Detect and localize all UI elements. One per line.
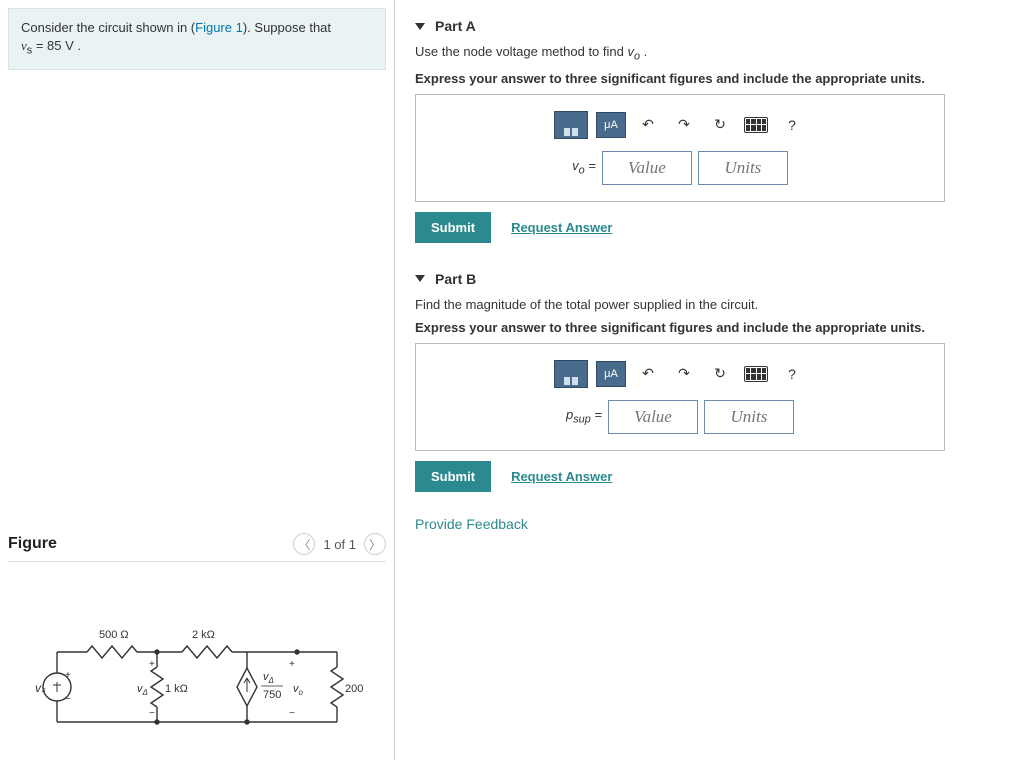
svg-text:+: + [289,659,295,670]
part-b-submit-button[interactable]: Submit [415,461,491,492]
part-a-answer-box: μA ↶ ↷ ↻ ? vo = [415,94,945,202]
part-a-bold: Express your answer to three significant… [415,71,1004,86]
part-b-answer-box: μA ↶ ↷ ↻ ? psup = [415,343,945,451]
part-a-request-answer-link[interactable]: Request Answer [511,220,612,235]
help-icon[interactable]: ? [778,361,806,387]
part-a-title: Part A [435,18,476,34]
reset-icon[interactable]: ↻ [706,112,734,138]
part-a-submit-button[interactable]: Submit [415,212,491,243]
answer-toolbar: μA ↶ ↷ ↻ ? [432,111,928,139]
part-b-var-label: psup = [566,407,602,426]
reset-icon[interactable]: ↻ [706,361,734,387]
part-a-value-input[interactable] [602,151,692,185]
figure-link[interactable]: Figure 1 [195,20,243,35]
part-b-instruction: Find the magnitude of the total power su… [415,297,1004,312]
part-a-instruction: Use the node voltage method to find vo . [415,44,1004,63]
vs-rest: = 85 V . [32,38,81,53]
help-icon[interactable]: ? [778,112,806,138]
keyboard-icon[interactable] [742,112,770,138]
svg-text:vΔ: vΔ [137,683,148,697]
problem-statement: Consider the circuit shown in (Figure 1)… [8,8,386,70]
circuit-diagram: vₛ + − 500 Ω 1 kΩ vΔ + [27,612,367,752]
svg-text:−: − [65,694,71,705]
undo-icon[interactable]: ↶ [634,112,662,138]
figure-next-button[interactable]: 〉 [364,533,386,555]
redo-icon[interactable]: ↷ [670,361,698,387]
svg-text:750: 750 [263,689,281,701]
svg-text:500 Ω: 500 Ω [99,629,129,641]
svg-text:2 kΩ: 2 kΩ [192,629,215,641]
part-b-value-input[interactable] [608,400,698,434]
part-b-header[interactable]: Part B [415,271,1004,287]
part-b-bold: Express your answer to three significant… [415,320,1004,335]
template-icon[interactable] [554,360,588,388]
svg-text:+: + [149,659,155,670]
template-icon[interactable] [554,111,588,139]
part-b-request-answer-link[interactable]: Request Answer [511,469,612,484]
part-a-header[interactable]: Part A [415,18,1004,34]
part-b-title: Part B [435,271,476,287]
keyboard-icon[interactable] [742,361,770,387]
mu-a-button[interactable]: μA [596,361,626,387]
svg-text:−: − [149,708,155,719]
figure-body: vₛ + − 500 Ω 1 kΩ vΔ + [8,562,386,752]
undo-icon[interactable]: ↶ [634,361,662,387]
figure-title: Figure [8,535,57,553]
provide-feedback-link[interactable]: Provide Feedback [415,516,1004,532]
figure-prev-button[interactable]: 〈 [293,533,315,555]
collapse-icon [415,23,425,30]
figure-header: Figure 〈 1 of 1 〉 [8,527,386,562]
redo-icon[interactable]: ↷ [670,112,698,138]
problem-text-2: ). Suppose that [243,20,331,35]
svg-text:−: − [289,708,295,719]
part-a-units-input[interactable] [698,151,788,185]
svg-text:+: + [65,670,71,681]
figure-nav-label: 1 of 1 [323,537,356,552]
problem-text-1: Consider the circuit shown in ( [21,20,195,35]
svg-text:vₛ: vₛ [35,681,46,695]
svg-text:200 Ω: 200 Ω [345,683,367,695]
mu-a-button[interactable]: μA [596,112,626,138]
answer-toolbar: μA ↶ ↷ ↻ ? [432,360,928,388]
collapse-icon [415,275,425,282]
svg-text:1 kΩ: 1 kΩ [165,683,188,695]
part-a-var-label: vo = [572,158,596,177]
svg-text:vo: vo [293,683,304,697]
svg-text:vΔ: vΔ [263,671,274,685]
figure-nav: 〈 1 of 1 〉 [293,533,386,555]
part-b-units-input[interactable] [704,400,794,434]
